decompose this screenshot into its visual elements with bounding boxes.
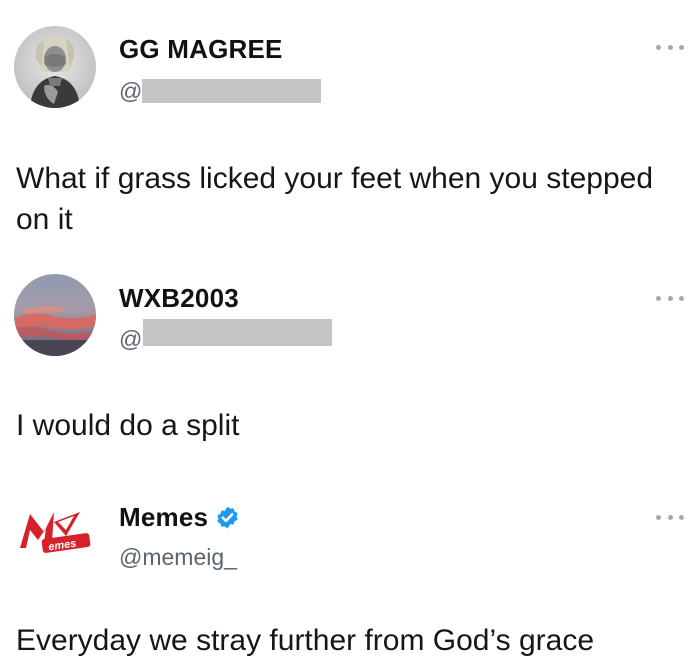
display-name-row: Memes — [119, 502, 240, 532]
more-options-icon[interactable] — [656, 512, 684, 522]
sunset-sky-avatar-icon — [14, 274, 96, 356]
post-text: What if grass licked your feet when you … — [16, 162, 654, 236]
more-options-icon[interactable] — [656, 42, 684, 52]
user-handle[interactable]: @memeig_ — [119, 543, 237, 571]
user-handle[interactable]: @ — [119, 77, 142, 105]
memes-logo-avatar-icon: emes — [14, 492, 96, 574]
person-photo-avatar-icon — [14, 26, 96, 108]
handle-redaction — [143, 319, 332, 346]
post-text: Everyday we stray further from God’s gra… — [16, 624, 594, 657]
display-name[interactable]: WXB2003 — [119, 283, 239, 313]
handle-redaction — [142, 79, 321, 103]
post-thread: GG MAGREE @ What if grass licked your fe… — [0, 0, 700, 670]
avatar[interactable]: emes — [14, 492, 96, 574]
more-options-icon[interactable] — [656, 293, 684, 303]
user-handle[interactable]: @ — [119, 325, 142, 353]
verified-badge-icon — [217, 506, 238, 528]
post-text: I would do a split — [16, 409, 240, 442]
avatar[interactable] — [14, 274, 96, 356]
display-name[interactable]: Memes — [119, 502, 208, 532]
display-name[interactable]: GG MAGREE — [119, 34, 283, 64]
avatar[interactable] — [14, 26, 96, 108]
